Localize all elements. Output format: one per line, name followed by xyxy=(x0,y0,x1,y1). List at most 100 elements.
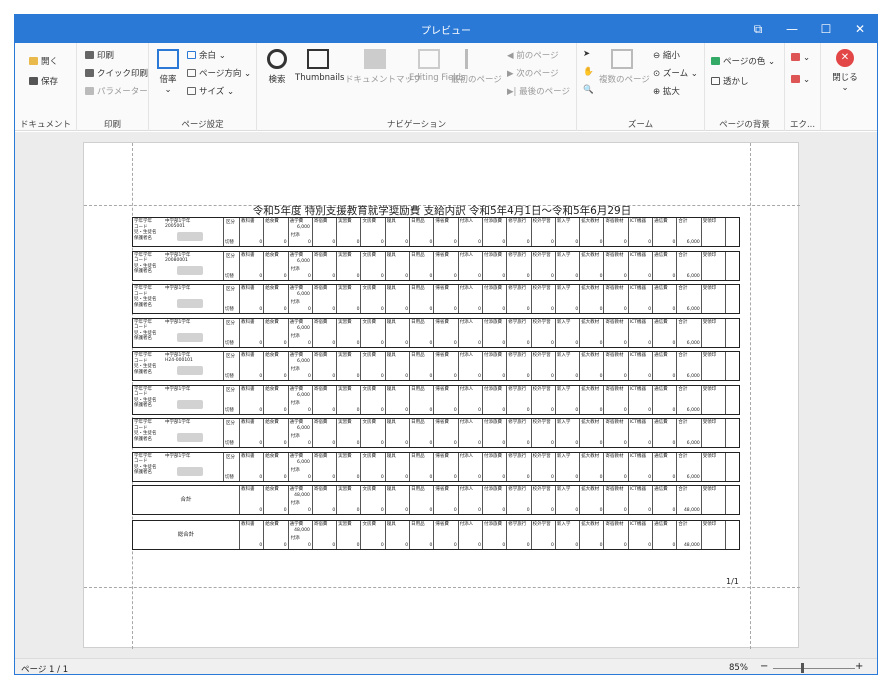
tuugaku-value: 6,000 xyxy=(297,459,310,465)
column-header: 校外学習 xyxy=(532,453,551,459)
column-header: 修学旅行 xyxy=(508,286,527,291)
orientation-button[interactable]: ページ方向 ⌄ xyxy=(187,67,251,79)
amount-cell: 拡大教材 0 xyxy=(580,486,605,514)
save-button[interactable]: 保存 xyxy=(29,75,58,87)
document-map-button[interactable]: ドキュメントマップ xyxy=(345,49,422,85)
margins-button[interactable]: 余白 ⌄ xyxy=(187,49,226,61)
group-navigation: 検索 Thumbnails ドキュメントマップ Editing Fields 最… xyxy=(257,43,577,131)
column-header: 付添人 xyxy=(459,487,474,492)
amount-cell: 付添人 0 xyxy=(459,520,483,549)
zoom-in-button[interactable]: ⊕ 拡大 xyxy=(653,85,680,97)
prev-page-button[interactable]: ◀ 前のページ xyxy=(507,49,559,61)
cell-value: 0 xyxy=(332,340,336,346)
cell-value: 0 xyxy=(526,340,530,346)
amount-cell: 校外学習 0 xyxy=(532,385,556,414)
amount-cell: 新入学 0 xyxy=(556,285,581,313)
amount-cell: 校外学習 0 xyxy=(532,285,556,313)
next-page-button[interactable]: ▶ 次のページ xyxy=(507,67,559,79)
grand-total-row: 総合計 教科書 0 給食費 0 通学費 48,000 付添 0 寄宿費 0 実習費 0 文房費 0 寝具 0 日用… xyxy=(132,519,740,550)
amount-cell: 文房費 0 xyxy=(362,419,386,447)
column-header: 新入学 xyxy=(556,252,571,258)
hand-tool-icon[interactable]: ✋ xyxy=(583,67,594,77)
cell-value: 0 xyxy=(551,407,554,413)
multi-page-button[interactable]: 複数のページ xyxy=(599,49,650,85)
cell-value: 0 xyxy=(380,374,384,379)
maximize-button[interactable]: ☐ xyxy=(809,15,843,43)
amount-cell: 教科書 0 xyxy=(240,218,265,246)
amount-cell: ICT機器 0 xyxy=(629,352,654,380)
cell-value: 0 xyxy=(283,340,287,346)
amount-cell: 日用品 0 xyxy=(410,486,435,514)
student-info: 中学部1学年 xyxy=(165,286,223,308)
last-page-button[interactable]: ▶| 最後のページ xyxy=(507,85,570,97)
column-header: 寄宿費 xyxy=(313,487,328,492)
open-button[interactable]: 開く xyxy=(29,55,58,67)
amount-cell: 校外学習 0 xyxy=(532,419,556,447)
amount-cell: 付添旅費 0 xyxy=(483,352,508,380)
amount-cell: 寄宿教材 0 xyxy=(605,419,629,447)
minimize-button[interactable]: — xyxy=(775,15,809,43)
column-header: 修学旅行 xyxy=(508,219,527,224)
amount-cell: 実習費 0 xyxy=(337,218,362,246)
send-button[interactable]: ⌄ xyxy=(791,75,810,85)
student-row: 学年学年 コード 児・生徒名 保護者名 中学部1学年 区分 切替 教科書 0 給食費 0 通学費 6,0… xyxy=(132,384,740,415)
amount-cell: 日用品 0 xyxy=(410,285,435,313)
group-close: ✕ 閉じる ⌄ xyxy=(821,43,869,131)
parameters-button[interactable]: パラメーター xyxy=(85,85,148,97)
division-cell: 区分 切替 xyxy=(223,285,240,313)
division-cell: 区分 切替 xyxy=(223,452,240,481)
scale-button[interactable]: 倍率 ⌄ xyxy=(155,49,181,95)
zoom-slider[interactable] xyxy=(773,668,855,669)
division-header: 区分 xyxy=(226,253,235,259)
column-header: 帰省費 xyxy=(435,252,449,258)
tuugaku-sub: 付添 xyxy=(290,233,300,238)
print-button[interactable]: 印刷 xyxy=(85,49,114,61)
amount-cell: 実習費 0 xyxy=(337,318,362,347)
cell-value: 0 xyxy=(623,407,627,413)
amount-cell: 修学旅行 0 xyxy=(507,452,532,481)
amount-cell: 通学費 48,000 付添 0 xyxy=(289,520,313,549)
cell-value: 0 xyxy=(599,474,603,480)
export-button[interactable]: ⌄ xyxy=(791,53,810,63)
amount-cell: 通学費 6,000 付添 0 xyxy=(289,452,313,481)
search-button[interactable]: 検索 xyxy=(263,49,291,85)
cell-value: 0 xyxy=(405,474,409,480)
amount-cell: 修学旅行 0 xyxy=(507,520,532,549)
cell-value: 0 xyxy=(405,542,409,548)
zoom-plus-button[interactable]: + xyxy=(855,661,863,672)
quick-print-button[interactable]: クイック印刷 xyxy=(85,67,148,79)
zoom-minus-button[interactable]: − xyxy=(760,661,768,672)
zoom-slider-thumb[interactable] xyxy=(801,663,804,673)
amount-cell: 校外学習 0 xyxy=(532,318,556,347)
editing-fields-button[interactable]: Editing Fields xyxy=(409,49,465,83)
cell-value: 0 xyxy=(308,441,311,446)
cell-value: 0 xyxy=(599,508,603,513)
zoom-tool-icon[interactable]: 🔍 xyxy=(583,85,594,95)
size-button[interactable]: サイズ ⌄ xyxy=(187,85,234,97)
close-window-button[interactable]: ✕ xyxy=(843,15,877,43)
amount-cell: 実習費 0 xyxy=(337,452,362,481)
pointer-icon[interactable]: ➤ xyxy=(583,49,590,59)
thumbnails-button[interactable]: Thumbnails xyxy=(295,49,344,83)
amount-cell: 教科書 0 xyxy=(240,419,265,447)
zoom-button[interactable]: ⊙ ズーム ⌄ xyxy=(653,67,698,79)
watermark-button[interactable]: 透かし xyxy=(711,75,749,87)
cell-value: 0 xyxy=(405,508,409,513)
column-header: 寄宿費 xyxy=(313,521,328,527)
column-header: 付添旅費 xyxy=(484,319,502,325)
restore-icon[interactable]: ⧉ xyxy=(741,15,775,43)
page-color-button[interactable]: ページの色 ⌄ xyxy=(711,55,775,67)
cell-value: 0 xyxy=(356,508,360,513)
class-label: 中学部1学年 xyxy=(165,319,191,325)
first-page-button[interactable]: 最初のページ xyxy=(451,49,502,85)
division-value: 切替 xyxy=(225,340,234,346)
amount-cell: 給食費 0 xyxy=(264,385,289,414)
column-header: 付添人 xyxy=(459,453,474,459)
preview-area[interactable]: 令和5年度 特別支援教育就学奨励費 支給内訳 令和5年4月1日～令和5年6月29… xyxy=(15,132,877,658)
amount-cell: 通学費 6,000 付添 0 xyxy=(289,419,313,447)
amount-cell: 拡大教材 0 xyxy=(580,520,605,549)
close-preview-button[interactable]: ✕ 閉じる ⌄ xyxy=(829,49,861,93)
zoom-out-button[interactable]: ⊖ 縮小 xyxy=(653,49,680,61)
cell-value: 0 xyxy=(623,474,627,480)
column-header: 付添旅費 xyxy=(484,219,502,224)
